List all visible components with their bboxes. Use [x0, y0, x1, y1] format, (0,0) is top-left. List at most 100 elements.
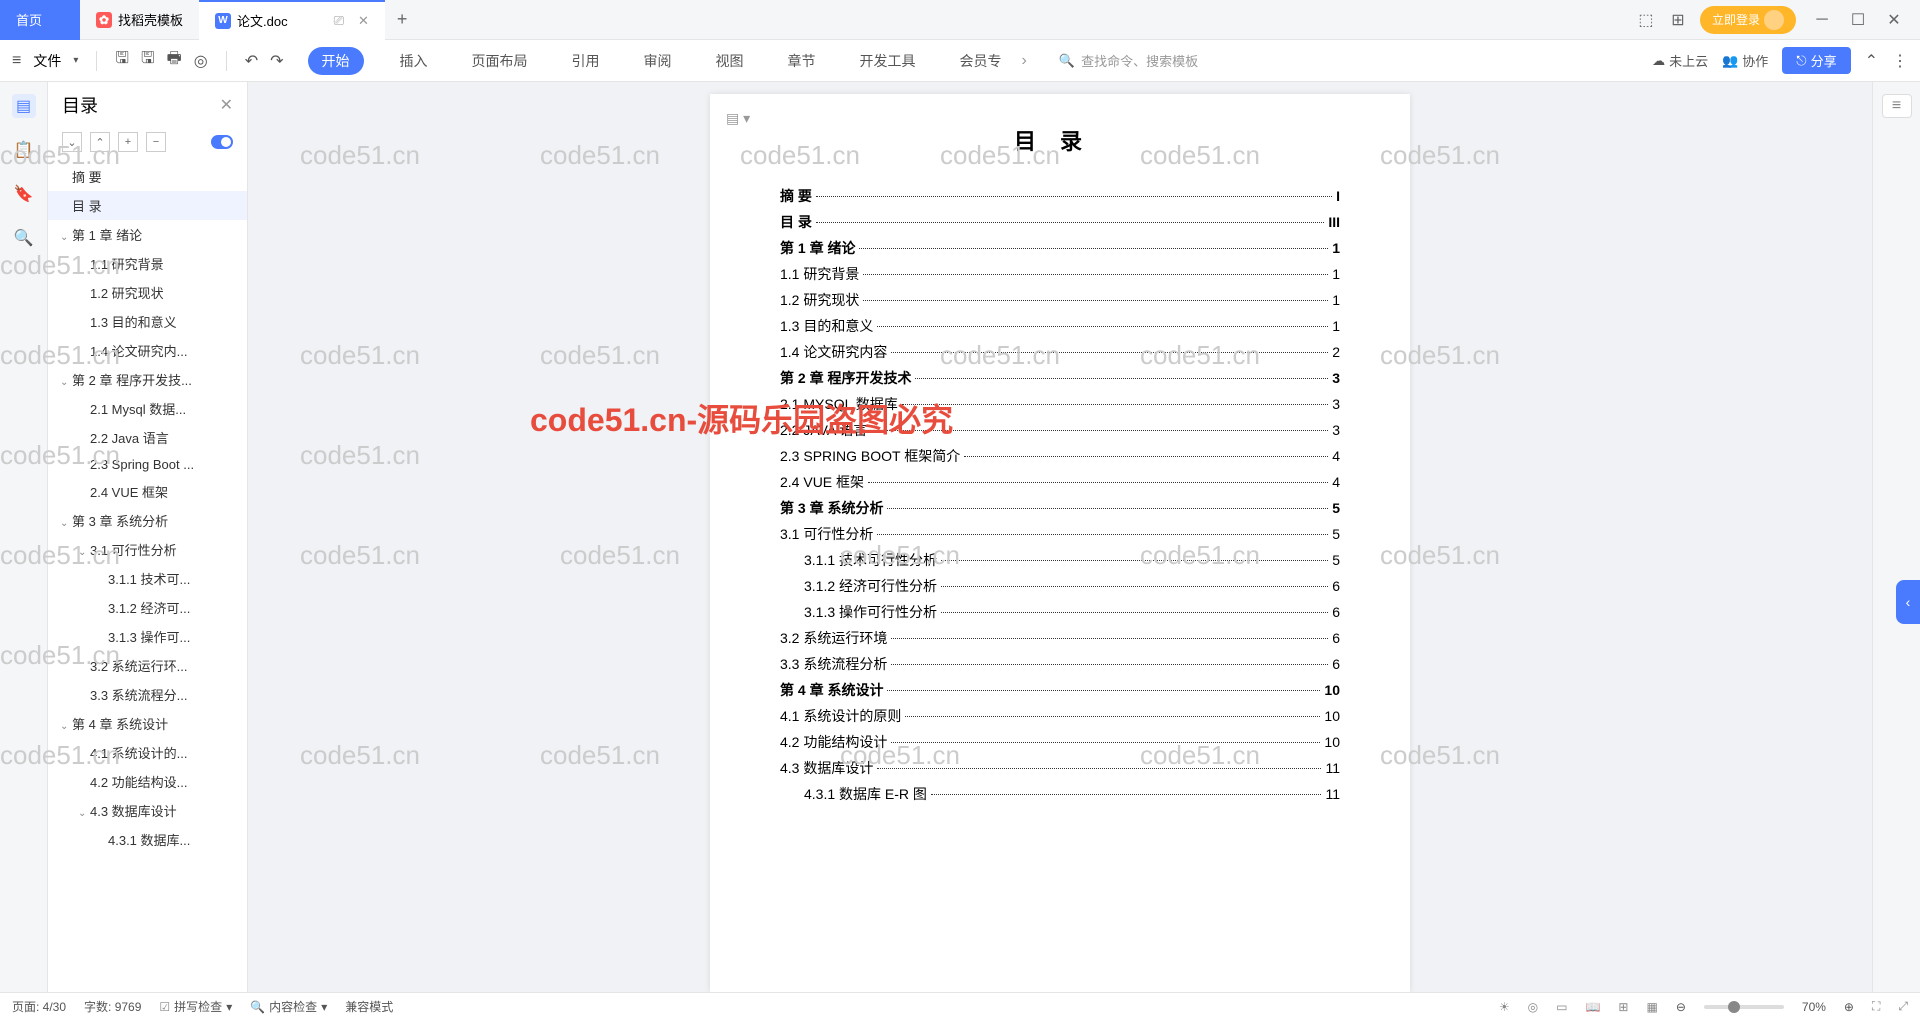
outline-item[interactable]: 2.1 Mysql 数据...	[48, 394, 247, 423]
ribbon-tab-1[interactable]: 插入	[392, 47, 436, 75]
ribbon-tab-7[interactable]: 开发工具	[852, 47, 924, 75]
toc-entry[interactable]: 3.3 系统流程分析6	[780, 654, 1340, 674]
more-icon[interactable]: ⋮	[1892, 51, 1908, 71]
tab-document[interactable]: W 论文.doc ⎚ ✕	[199, 0, 385, 40]
toc-entry[interactable]: 3.2 系统运行环境6	[780, 628, 1340, 648]
status-content[interactable]: 🔍内容检查 ▾	[250, 998, 327, 1015]
save-as-icon[interactable]: 🖫	[141, 47, 155, 74]
outline-item[interactable]: 2.4 VUE 框架	[48, 477, 247, 506]
outline-close-icon[interactable]: ✕	[220, 95, 233, 115]
outline-item[interactable]: 1.3 目的和意义	[48, 307, 247, 336]
ribbon-tab-4[interactable]: 审阅	[636, 47, 680, 75]
outline-item[interactable]: 3.2 系统运行环...	[48, 651, 247, 680]
status-focus-icon[interactable]: ◎	[1528, 1000, 1538, 1014]
page-tools-icon[interactable]: ▤ ▾	[726, 110, 750, 127]
outline-item[interactable]: 1.1 研究背景	[48, 249, 247, 278]
print-icon[interactable]: 🖶	[167, 47, 182, 74]
toc-entry[interactable]: 3.1.2 经济可行性分析6	[780, 576, 1340, 596]
right-panel-toggle-icon[interactable]: ≡	[1882, 94, 1912, 118]
toc-entry[interactable]: 第 3 章 系统分析5	[780, 498, 1340, 518]
add-tab-button[interactable]: +	[385, 9, 420, 30]
status-words[interactable]: 字数: 9769	[84, 998, 141, 1015]
outline-item[interactable]: 4.2 功能结构设...	[48, 767, 247, 796]
cloud-status[interactable]: ☁未上云	[1652, 51, 1708, 70]
outline-item[interactable]: ⌄3.1 可行性分析	[48, 535, 247, 564]
file-button[interactable]: 文件	[33, 51, 61, 71]
close-window-button[interactable]: ✕	[1880, 6, 1908, 34]
toc-entry[interactable]: 2.3 SPRING BOOT 框架简介4	[780, 446, 1340, 466]
status-fullscreen-icon[interactable]: ⤢	[1898, 999, 1908, 1014]
status-brightness-icon[interactable]: ☀	[1499, 1000, 1510, 1014]
coop-button[interactable]: 👥协作	[1722, 51, 1768, 70]
outline-item[interactable]: 摘 要	[48, 162, 247, 191]
menu-icon[interactable]: ≡	[12, 52, 21, 70]
search-rail-icon[interactable]: 🔍	[12, 226, 36, 250]
present-icon[interactable]: ⎚	[334, 13, 344, 29]
ribbon-tab-8[interactable]: 会员专	[952, 47, 1010, 75]
outline-item[interactable]: 目 录	[48, 191, 247, 220]
zoom-in-button[interactable]: ⊕	[1844, 1000, 1854, 1014]
toc-entry[interactable]: 3.1.3 操作可行性分析6	[780, 602, 1340, 622]
toc-entry[interactable]: 1.1 研究背景1	[780, 264, 1340, 284]
outline-item[interactable]: ⌄第 1 章 绪论	[48, 220, 247, 249]
apps-icon[interactable]: ⊞	[1668, 10, 1688, 30]
redo-icon[interactable]: ↷	[270, 51, 283, 71]
minimize-button[interactable]: ─	[1808, 6, 1836, 34]
toc-entry[interactable]: 1.3 目的和意义1	[780, 316, 1340, 336]
document-area[interactable]: ▤ ▾ 目录 摘 要I目 录III第 1 章 绪论11.1 研究背景11.2 研…	[248, 82, 1872, 992]
toc-entry[interactable]: 1.2 研究现状1	[780, 290, 1340, 310]
status-print-layout-icon[interactable]: ▦	[1646, 1000, 1657, 1014]
outline-item[interactable]: 2.2 Java 语言	[48, 423, 247, 452]
status-spell[interactable]: ☑拼写检查 ▾	[159, 998, 232, 1015]
zoom-level[interactable]: 70%	[1802, 1000, 1826, 1014]
toc-entry[interactable]: 3.1.1 技术可行性分析5	[780, 550, 1340, 570]
bookmark-rail-icon[interactable]: 🔖	[12, 182, 36, 206]
outline-item[interactable]: ⌄第 3 章 系统分析	[48, 506, 247, 535]
expand-all-icon[interactable]: ⌃	[90, 132, 110, 152]
outline-item[interactable]: 4.3.1 数据库...	[48, 825, 247, 854]
outline-item[interactable]: ⌄4.3 数据库设计	[48, 796, 247, 825]
layout-icon[interactable]: ⬚	[1636, 10, 1656, 30]
status-book-icon[interactable]: 📖	[1585, 1000, 1600, 1014]
toc-entry[interactable]: 第 4 章 系统设计10	[780, 680, 1340, 700]
toc-entry[interactable]: 4.3 数据库设计11	[780, 758, 1340, 778]
collapse-ribbon-icon[interactable]: ⌃	[1865, 51, 1878, 71]
collapse-all-icon[interactable]: ⌄	[62, 132, 82, 152]
toc-entry[interactable]: 1.4 论文研究内容2	[780, 342, 1340, 362]
ribbon-tab-3[interactable]: 引用	[564, 47, 608, 75]
remove-heading-icon[interactable]: −	[146, 132, 166, 152]
outline-item[interactable]: 3.1.3 操作可...	[48, 622, 247, 651]
outline-item[interactable]: 3.1.1 技术可...	[48, 564, 247, 593]
side-feedback-tab[interactable]: ‹	[1896, 580, 1920, 624]
chevron-down-icon[interactable]: ▾	[73, 55, 78, 66]
toc-entry[interactable]: 3.1 可行性分析5	[780, 524, 1340, 544]
status-compat[interactable]: 兼容模式	[345, 998, 393, 1015]
undo-icon[interactable]: ↶	[245, 51, 258, 71]
ribbon-tab-0[interactable]: 开始	[308, 47, 364, 75]
add-heading-icon[interactable]: +	[118, 132, 138, 152]
outline-item[interactable]: 1.4 论文研究内...	[48, 336, 247, 365]
toc-entry[interactable]: 4.2 功能结构设计10	[780, 732, 1340, 752]
outline-item[interactable]: 4.1 系统设计的...	[48, 738, 247, 767]
toc-entry[interactable]: 2.4 VUE 框架4	[780, 472, 1340, 492]
status-read-icon[interactable]: ▭	[1556, 1000, 1567, 1014]
outline-item[interactable]: 3.1.2 经济可...	[48, 593, 247, 622]
zoom-slider[interactable]	[1704, 1005, 1784, 1009]
toc-entry[interactable]: 2.1 MYSQL 数据库3	[780, 394, 1340, 414]
toc-entry[interactable]: 4.1 系统设计的原则10	[780, 706, 1340, 726]
toc-entry[interactable]: 4.3.1 数据库 E-R 图11	[780, 784, 1340, 804]
ribbon-tab-5[interactable]: 视图	[708, 47, 752, 75]
outline-item[interactable]: ⌄第 2 章 程序开发技...	[48, 365, 247, 394]
clipboard-rail-icon[interactable]: 📋	[12, 138, 36, 162]
ribbon-more-icon[interactable]: ›	[1014, 52, 1035, 70]
toc-entry[interactable]: 2.2 JAVA 语言3	[780, 420, 1340, 440]
tab-docao[interactable]: ✿找稻壳模板	[80, 0, 199, 40]
maximize-button[interactable]: ☐	[1844, 6, 1872, 34]
ribbon-tab-6[interactable]: 章节	[780, 47, 824, 75]
preview-icon[interactable]: ◎	[194, 51, 208, 71]
outline-rail-icon[interactable]: ▤	[12, 94, 36, 118]
outline-item[interactable]: 3.3 系统流程分...	[48, 680, 247, 709]
save-icon[interactable]: 🖫	[115, 47, 129, 74]
status-fit-icon[interactable]: ⛶	[1872, 999, 1880, 1014]
login-button[interactable]: 立即登录	[1700, 6, 1796, 34]
